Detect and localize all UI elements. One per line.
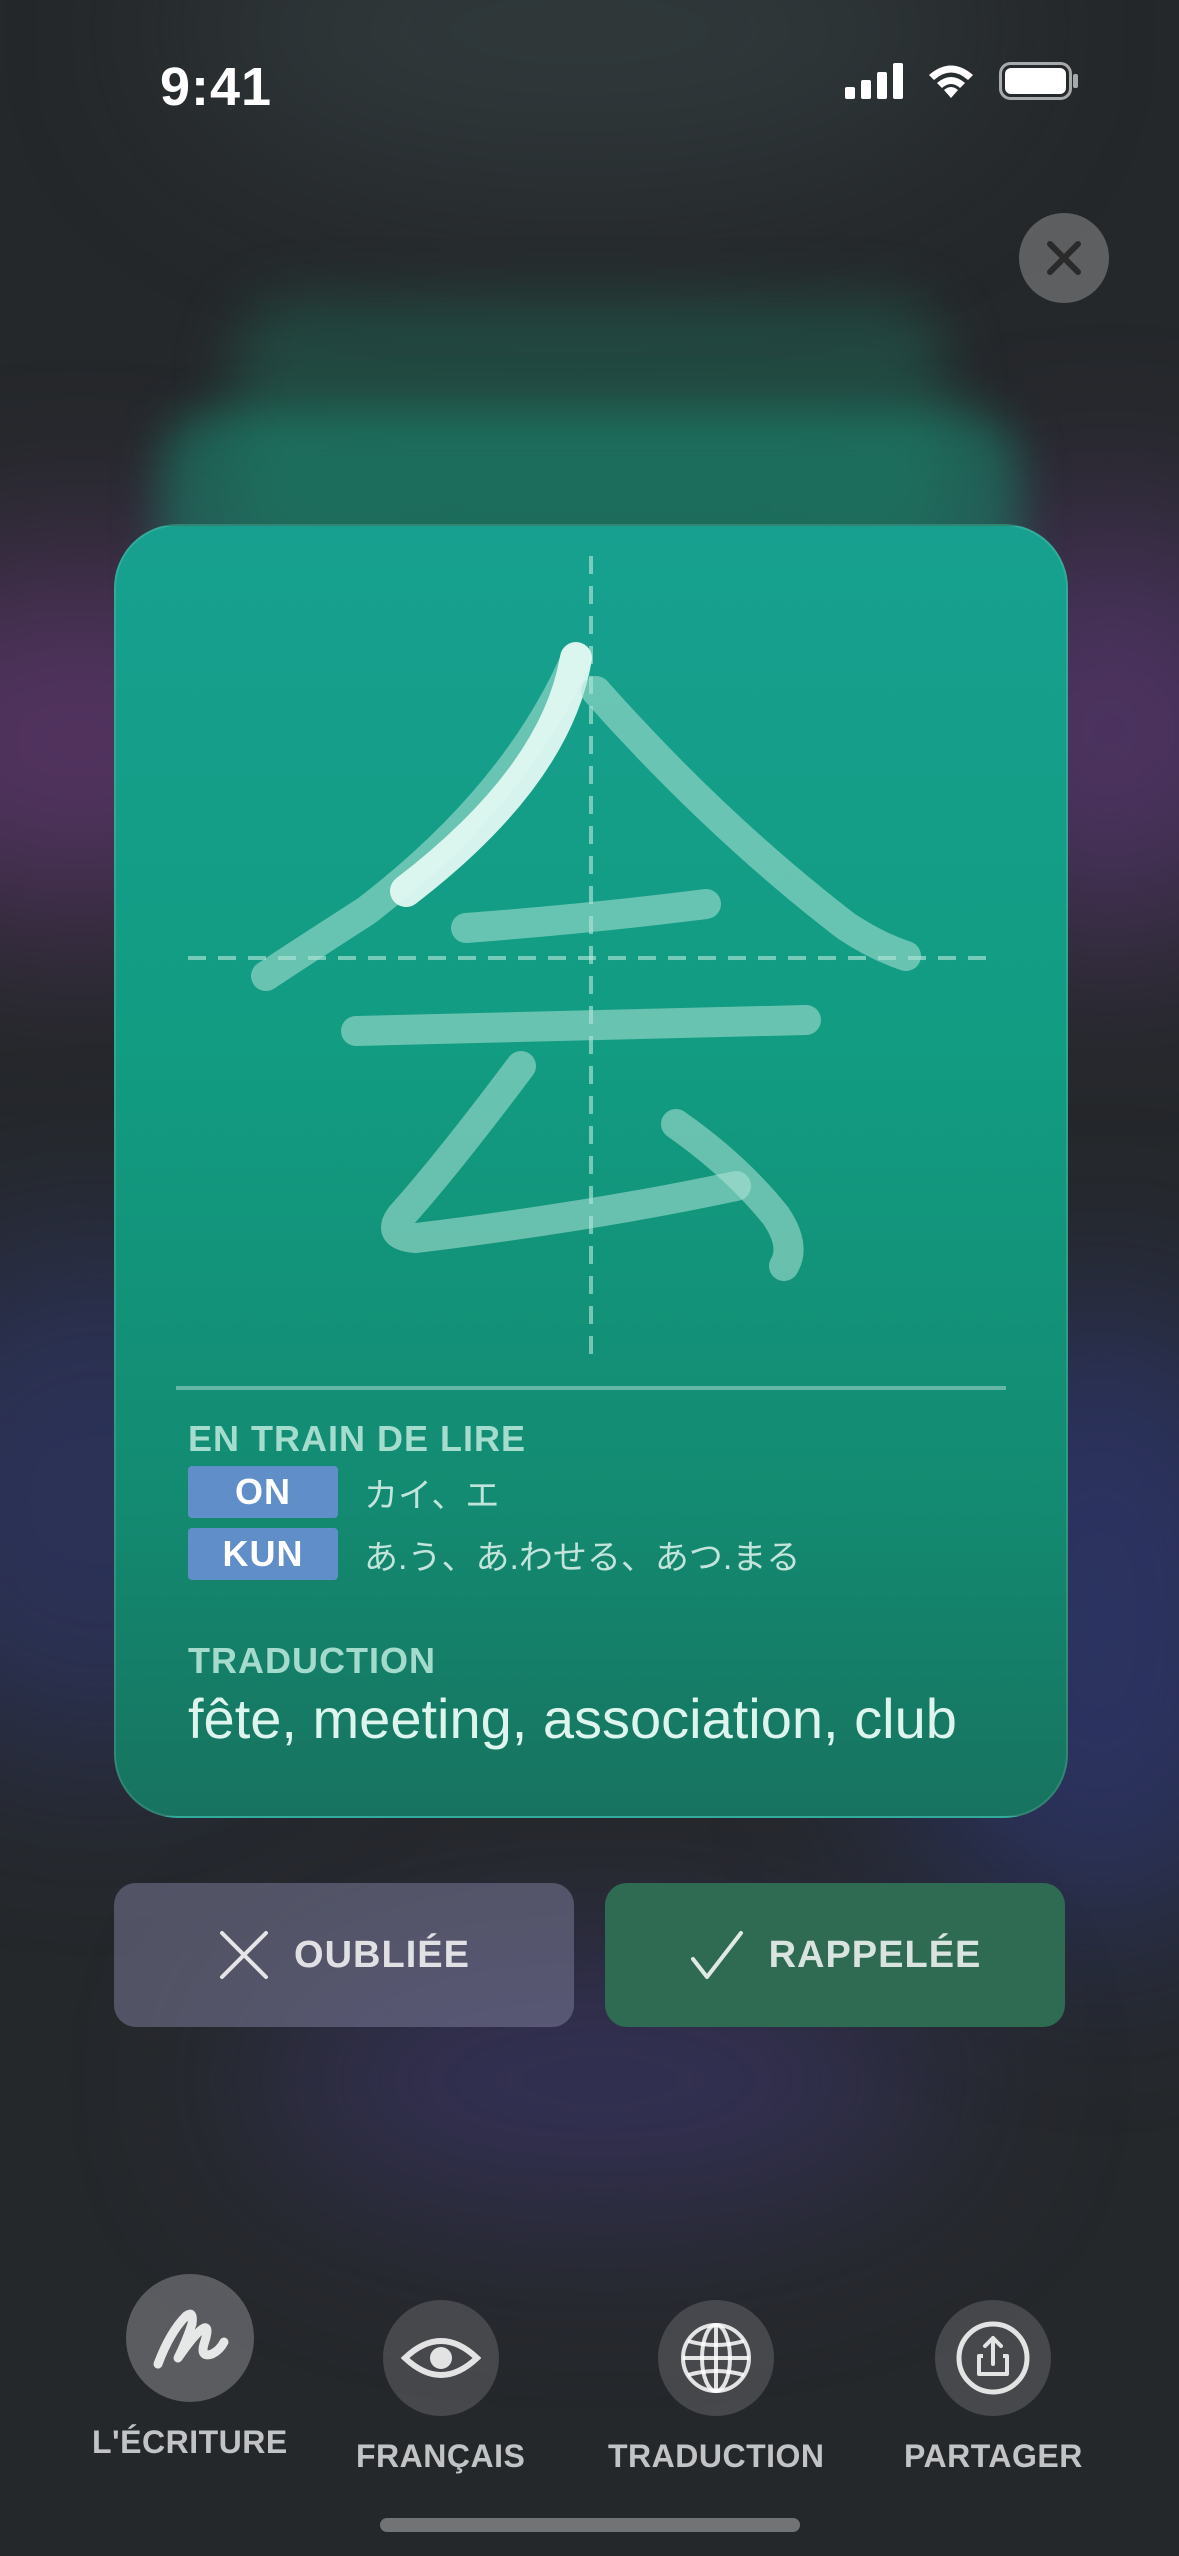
remembered-button[interactable]: RAPPELÉE bbox=[605, 1883, 1065, 2027]
battery-icon bbox=[999, 62, 1078, 100]
tab-share-circle bbox=[935, 2300, 1052, 2416]
tab-writing-label: L'ÉCRITURE bbox=[92, 2424, 288, 2460]
kanji-stroke-3 bbox=[451, 889, 721, 943]
kanji-stroke-diagram: 会 bbox=[116, 526, 996, 1356]
forgot-label: OUBLIÉE bbox=[294, 1933, 470, 1976]
kanji-flashcard[interactable]: 会 EN TRAIN DE LIRE ON カイ、エ KUN あ.う、あ.わせる… bbox=[114, 524, 1068, 1818]
kun-badge: KUN bbox=[188, 1528, 338, 1580]
tab-french-label: FRANÇAIS bbox=[356, 2438, 526, 2474]
remembered-label: RAPPELÉE bbox=[768, 1933, 982, 1976]
tab-writing[interactable]: L'ÉCRITURE bbox=[92, 2274, 288, 2461]
tab-share[interactable]: PARTAGER bbox=[904, 2300, 1083, 2475]
kanji-stroke-4 bbox=[341, 1005, 821, 1046]
handwriting-icon bbox=[153, 2309, 229, 2369]
tab-translation-label: TRADUCTION bbox=[608, 2438, 825, 2474]
forgot-button[interactable]: OUBLIÉE bbox=[114, 1883, 574, 2027]
tab-writing-circle bbox=[125, 2274, 254, 2402]
translation-label: TRADUCTION bbox=[188, 1640, 436, 1681]
status-bar: 9:41 bbox=[0, 0, 1179, 170]
cellular-signal-icon bbox=[845, 63, 903, 99]
close-icon bbox=[1047, 241, 1081, 275]
tab-french[interactable]: FRANÇAIS bbox=[356, 2300, 525, 2475]
kun-reading-value: あ.う、あ.わせる、あつ.まる bbox=[364, 1538, 801, 1577]
on-reading-row: ON カイ、エ bbox=[188, 1466, 499, 1518]
x-icon bbox=[220, 1931, 269, 1979]
globe-icon bbox=[681, 2323, 752, 2393]
kun-reading-row: KUN あ.う、あ.わせる、あつ.まる bbox=[188, 1528, 800, 1580]
on-reading-value: カイ、エ bbox=[364, 1476, 500, 1515]
kanji-stroke-5 bbox=[381, 1051, 751, 1253]
status-time: 9:41 bbox=[160, 57, 273, 117]
eye-icon bbox=[400, 2338, 481, 2378]
kanji-character: 会 bbox=[116, 526, 117, 527]
checkmark-icon bbox=[690, 1931, 743, 1979]
tab-french-circle bbox=[382, 2300, 499, 2416]
tab-translation-circle bbox=[658, 2300, 775, 2416]
wifi-icon bbox=[929, 65, 973, 98]
tab-share-label: PARTAGER bbox=[904, 2438, 1083, 2474]
reading-label: EN TRAIN DE LIRE bbox=[188, 1418, 527, 1459]
card-divider bbox=[176, 1386, 1006, 1390]
tab-translation[interactable]: TRADUCTION bbox=[608, 2300, 825, 2475]
status-icons bbox=[845, 62, 1079, 100]
translation-text: fête, meeting, association, club bbox=[188, 1687, 957, 1750]
share-icon bbox=[956, 2321, 1030, 2395]
close-button[interactable] bbox=[1019, 213, 1109, 303]
on-badge: ON bbox=[188, 1466, 338, 1518]
home-indicator[interactable] bbox=[380, 2518, 800, 2532]
